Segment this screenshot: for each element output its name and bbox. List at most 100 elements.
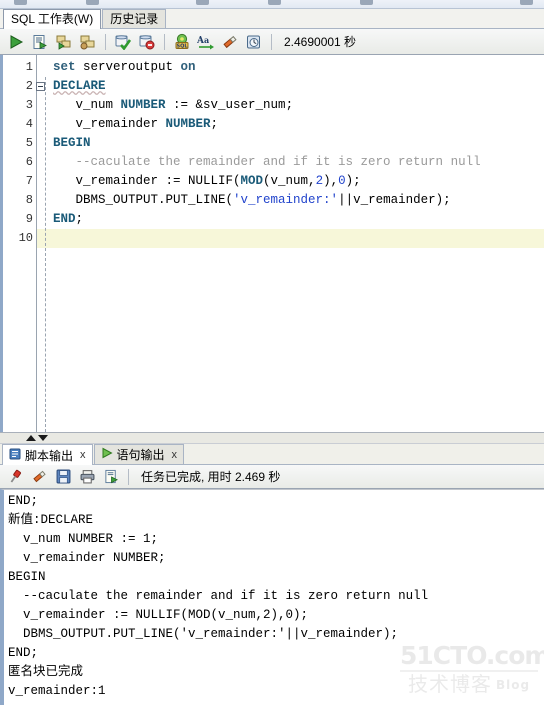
triangle-down-icon[interactable] (38, 435, 48, 441)
tab-history-label: 历史记录 (110, 12, 159, 26)
fold-guide-line (45, 77, 46, 432)
sql-history-icon[interactable]: SQL (171, 31, 193, 53)
output-line: END; (8, 646, 39, 660)
output-status-message: 任务已完成, 用时 2.469 秒 (141, 470, 281, 484)
line-number: 3 (25, 98, 33, 112)
code-token: v_remainder (53, 117, 166, 131)
line-number: 1 (25, 60, 33, 74)
sql-editor[interactable]: 1 2 3 4 5 6 7 8 9 10 set serveroutput on… (0, 55, 544, 432)
line-number: 2 (3, 77, 45, 96)
cropped-toolbar-button[interactable] (360, 0, 373, 5)
code-token: NUMBER (120, 98, 166, 112)
cropped-toolbar-button[interactable] (14, 0, 27, 5)
output-line: 匿名块已完成 (8, 665, 84, 679)
code-line[interactable]: BEGIN (37, 134, 544, 153)
code-line[interactable]: v_remainder := NULLIF(MOD(v_num,2),0); (37, 172, 544, 191)
output-line: v_remainder:1 (8, 684, 106, 698)
tab-script-output[interactable]: 脚本输出 x (2, 444, 93, 465)
code-token: on (180, 60, 196, 74)
print-icon[interactable] (76, 466, 98, 488)
code-token: 'v_remainder:' (233, 193, 339, 207)
output-line: DBMS_OUTPUT.PUT_LINE('v_remainder:'||v_r… (8, 627, 399, 641)
code-token: ||v_remainder); (338, 193, 451, 207)
close-icon[interactable]: x (80, 449, 86, 461)
code-token: DBMS_OUTPUT.PUT_LINE( (53, 193, 234, 207)
script-output-text[interactable]: END; 新值:DECLARE v_num NUMBER := 1; v_rema… (0, 489, 544, 705)
triangle-up-icon[interactable] (26, 435, 36, 441)
code-token: ); (345, 174, 361, 188)
line-number: 5 (25, 136, 33, 150)
pin-icon[interactable] (4, 466, 26, 488)
cropped-toolbar-button[interactable] (520, 0, 533, 5)
output-toolbar: 任务已完成, 用时 2.469 秒 (0, 465, 544, 489)
code-token: --caculate the remainder and if it is ze… (53, 155, 481, 169)
save-icon[interactable] (52, 466, 74, 488)
output-line: --caculate the remainder and if it is ze… (8, 589, 429, 603)
output-panel: 脚本输出 x 语句输出 x 任务已完成, 用时 2.469 秒 END; 新值:… (0, 444, 544, 705)
code-token: &sv_user_num (195, 98, 286, 112)
eraser-icon[interactable] (28, 466, 50, 488)
code-line[interactable]: --caculate the remainder and if it is ze… (37, 153, 544, 172)
commit-icon[interactable] (112, 31, 134, 53)
output-line: END; (8, 494, 39, 508)
run-script-output-icon[interactable] (100, 466, 122, 488)
code-token: 0 (338, 174, 346, 188)
code-token: 2 (315, 174, 324, 188)
line-number: 9 (25, 212, 33, 226)
cropped-toolbar-button[interactable] (196, 0, 209, 5)
code-line[interactable]: v_num NUMBER := &sv_user_num; (37, 96, 544, 115)
close-icon[interactable]: x (172, 449, 178, 461)
panel-splitter[interactable] (0, 432, 544, 444)
code-token: v_remainder := NULLIF( (53, 174, 241, 188)
cropped-toolbar-strip (0, 0, 544, 9)
cropped-toolbar-button[interactable] (268, 0, 281, 5)
rollback-icon[interactable] (136, 31, 158, 53)
statement-output-icon (101, 447, 113, 462)
sql-developer-window: SQL 工作表(W) 历史记录 SQL A a 2.4690001 秒 1 2 … (0, 0, 544, 705)
cropped-toolbar-button[interactable] (86, 0, 99, 5)
worksheet-tabbar: SQL 工作表(W) 历史记录 (0, 9, 544, 29)
code-line[interactable]: DECLARE (37, 77, 544, 96)
code-token: ; (285, 98, 294, 112)
execution-timing: 2.4690001 秒 (284, 35, 357, 49)
script-output-icon (9, 448, 21, 463)
output-line: v_num NUMBER := 1; (8, 532, 159, 546)
code-token: DECLARE (53, 79, 106, 93)
code-line[interactable]: END; (37, 210, 544, 229)
toolbar-separator (164, 33, 165, 50)
tab-sql-worksheet[interactable]: SQL 工作表(W) (3, 9, 102, 29)
code-line[interactable]: set serveroutput on (37, 58, 544, 77)
clear-icon[interactable] (219, 31, 241, 53)
code-token: v_num (53, 98, 121, 112)
autotrace-icon[interactable] (77, 31, 99, 53)
code-token: END (53, 212, 76, 226)
tab-history[interactable]: 历史记录 (102, 9, 167, 28)
tab-statement-output[interactable]: 语句输出 x (93, 444, 185, 464)
explain-plan-icon[interactable] (53, 31, 75, 53)
code-token: ; (210, 117, 219, 131)
svg-text:SQL: SQL (176, 43, 188, 49)
editor-gutter: 1 2 3 4 5 6 7 8 9 10 (3, 55, 45, 432)
toolbar-separator (128, 468, 129, 485)
tab-sql-worksheet-label: SQL 工作表(W) (11, 12, 94, 26)
editor-code-area[interactable]: set serveroutput on DECLARE v_num NUMBER … (37, 55, 544, 432)
code-line[interactable]: DBMS_OUTPUT.PUT_LINE('v_remainder:'||v_r… (37, 191, 544, 210)
line-number: 4 (25, 117, 33, 131)
code-token: ), (323, 174, 339, 188)
run-statement-icon[interactable] (5, 31, 27, 53)
run-script-icon[interactable] (29, 31, 51, 53)
line-number: 6 (25, 155, 33, 169)
code-token: BEGIN (53, 136, 91, 150)
line-number: 10 (18, 231, 33, 245)
code-token: ; (75, 212, 84, 226)
line-number: 8 (25, 193, 33, 207)
toolbar-separator (105, 33, 106, 50)
code-line[interactable] (37, 229, 544, 248)
code-token: set (53, 60, 76, 74)
code-line[interactable]: v_remainder NUMBER; (37, 115, 544, 134)
format-icon[interactable]: A a (195, 31, 217, 53)
line-number: 7 (25, 174, 33, 188)
timer-icon[interactable] (243, 31, 265, 53)
code-token: NUMBER (165, 117, 211, 131)
